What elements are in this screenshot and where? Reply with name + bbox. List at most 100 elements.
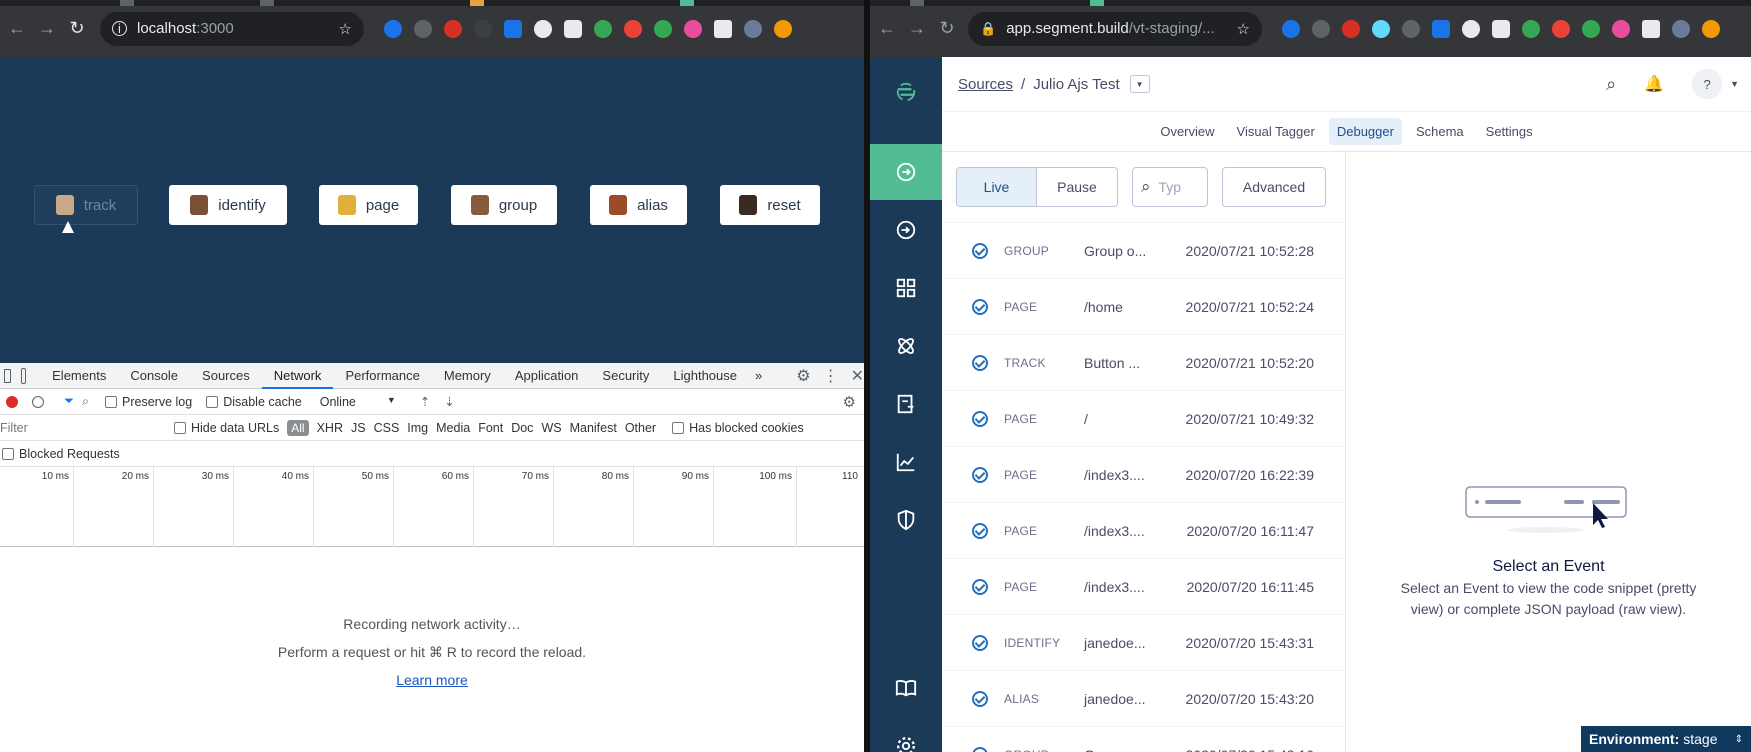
type-filter-font[interactable]: Font bbox=[478, 421, 503, 435]
track-button[interactable]: track bbox=[34, 185, 138, 225]
event-search-input[interactable]: ⌕ Typ bbox=[1132, 167, 1208, 207]
tab-debugger[interactable]: Debugger bbox=[1328, 118, 1402, 145]
reload-icon[interactable]: ↻ bbox=[932, 14, 962, 44]
tab-memory[interactable]: Memory bbox=[432, 363, 503, 389]
extension-icon[interactable] bbox=[474, 19, 492, 38]
sidebar-item-sources[interactable] bbox=[870, 144, 942, 200]
tab-lighthouse[interactable]: Lighthouse bbox=[661, 363, 749, 389]
settings-gear-icon[interactable]: ⚙ bbox=[796, 366, 810, 386]
device-toggle-icon[interactable] bbox=[21, 367, 27, 384]
blocked-requests-checkbox[interactable]: Blocked Requests bbox=[2, 447, 120, 461]
extension-icon[interactable] bbox=[384, 19, 402, 38]
profile-avatar[interactable] bbox=[744, 19, 762, 38]
tab-overview[interactable]: Overview bbox=[1152, 118, 1222, 145]
event-row[interactable]: TRACK Button ... 2020/07/21 10:52:20 bbox=[942, 334, 1345, 390]
kebab-menu-icon[interactable]: ⋮ bbox=[823, 366, 839, 386]
sidebar-item-docs[interactable] bbox=[870, 660, 942, 716]
reset-button[interactable]: reset bbox=[720, 185, 820, 225]
tab-settings[interactable]: Settings bbox=[1478, 118, 1541, 145]
help-avatar[interactable]: ? bbox=[1692, 69, 1723, 99]
tab-elements[interactable]: Elements bbox=[40, 363, 118, 389]
extension-icon[interactable] bbox=[1342, 19, 1360, 38]
type-filter-js[interactable]: JS bbox=[351, 421, 366, 435]
learn-more-link[interactable]: Learn more bbox=[396, 672, 468, 688]
type-filter-xhr[interactable]: XHR bbox=[317, 421, 343, 435]
breadcrumb-sources-link[interactable]: Sources bbox=[958, 76, 1013, 93]
extension-icon[interactable] bbox=[684, 19, 702, 38]
event-row[interactable]: PAGE/index3.... 2020/07/20 16:11:47 bbox=[942, 502, 1345, 558]
type-filter-other[interactable]: Other bbox=[625, 421, 656, 435]
close-devtools-icon[interactable]: ✕ bbox=[851, 366, 864, 386]
tab-security[interactable]: Security bbox=[590, 363, 661, 389]
type-filter-img[interactable]: Img bbox=[407, 421, 428, 435]
event-row[interactable]: GROUPGroup o...2020/07/20 15:43:10 bbox=[942, 726, 1345, 752]
forward-icon[interactable]: → bbox=[902, 14, 932, 44]
group-button[interactable]: group bbox=[451, 185, 557, 225]
sidebar-item-privacy[interactable] bbox=[870, 492, 942, 548]
type-filter-doc[interactable]: Doc bbox=[511, 421, 533, 435]
clear-icon[interactable] bbox=[32, 395, 44, 408]
record-icon[interactable] bbox=[6, 395, 18, 408]
has-blocked-cookies-checkbox[interactable]: Has blocked cookies bbox=[672, 421, 804, 435]
event-row[interactable]: ALIAS janedoe... 2020/07/20 15:43:20 bbox=[942, 670, 1345, 726]
extension-icon[interactable] bbox=[1552, 19, 1570, 38]
sidebar-item-settings[interactable] bbox=[870, 718, 942, 752]
search-icon[interactable]: ⌕ bbox=[1606, 74, 1616, 95]
sidebar-item-protocols[interactable] bbox=[870, 376, 942, 432]
extension-icon[interactable] bbox=[1282, 19, 1300, 38]
account-chevron-down-icon[interactable]: ▼ bbox=[1730, 79, 1739, 89]
import-har-icon[interactable]: ⇡ bbox=[420, 394, 430, 409]
event-row[interactable]: PAGE / 2020/07/21 10:49:32 bbox=[942, 390, 1345, 446]
event-row[interactable]: PAGE/index3.... 2020/07/20 16:11:45 bbox=[942, 558, 1345, 614]
page-button[interactable]: page bbox=[319, 185, 418, 225]
tab-application[interactable]: Application bbox=[503, 363, 591, 389]
extension-icon[interactable] bbox=[1432, 19, 1450, 38]
extension-icon[interactable] bbox=[1582, 19, 1600, 38]
advanced-button[interactable]: Advanced bbox=[1222, 167, 1326, 207]
extension-icon[interactable] bbox=[414, 19, 432, 38]
live-button[interactable]: Live bbox=[957, 168, 1037, 206]
extension-icon[interactable] bbox=[1522, 19, 1540, 38]
environment-switcher[interactable]: Environment: stage ⇕ bbox=[1581, 726, 1751, 752]
type-filter-media[interactable]: Media bbox=[436, 421, 470, 435]
inspect-icon[interactable] bbox=[4, 368, 12, 383]
back-icon[interactable]: ← bbox=[2, 14, 32, 44]
reload-icon[interactable]: ↻ bbox=[62, 14, 92, 44]
export-har-icon[interactable]: ⇣ bbox=[444, 394, 454, 409]
forward-icon[interactable]: → bbox=[32, 14, 62, 44]
extension-icon[interactable] bbox=[1312, 19, 1330, 38]
extension-icon[interactable] bbox=[1612, 19, 1630, 38]
throttle-select[interactable]: Online ▼ bbox=[320, 395, 396, 409]
back-icon[interactable]: ← bbox=[872, 14, 902, 44]
address-bar[interactable]: i localhost:3000 ☆ bbox=[100, 11, 364, 46]
alias-button[interactable]: alias bbox=[590, 185, 687, 225]
tab-console[interactable]: Console bbox=[118, 363, 190, 389]
extension-icon[interactable] bbox=[504, 19, 522, 38]
event-row[interactable]: PAGE/index3.... 2020/07/20 16:22:39 bbox=[942, 446, 1345, 502]
sidebar-item-personas[interactable] bbox=[870, 318, 942, 374]
sidebar-item-destinations[interactable] bbox=[870, 202, 942, 258]
extension-icon[interactable] bbox=[564, 19, 582, 38]
extension-icon[interactable] bbox=[1492, 19, 1510, 38]
extension-icon[interactable] bbox=[654, 19, 672, 38]
type-filter-all[interactable]: All bbox=[287, 419, 309, 436]
segment-logo-icon[interactable] bbox=[870, 57, 942, 127]
extension-icon[interactable] bbox=[444, 19, 462, 38]
filter-icon[interactable]: ⏷ bbox=[64, 394, 74, 409]
extension-icon[interactable] bbox=[1402, 19, 1420, 38]
filter-input[interactable]: Filter bbox=[0, 421, 166, 435]
tab-schema[interactable]: Schema bbox=[1408, 118, 1472, 145]
puzzle-icon[interactable] bbox=[1642, 19, 1660, 38]
address-bar[interactable]: 🔒 app.segment.build/vt-staging/... ☆ bbox=[968, 11, 1262, 46]
type-filter-ws[interactable]: WS bbox=[541, 421, 561, 435]
event-row[interactable]: PAGE/home 2020/07/21 10:52:24 bbox=[942, 278, 1345, 334]
extension-icon[interactable] bbox=[1462, 19, 1480, 38]
bookmark-star-icon[interactable]: ☆ bbox=[1237, 20, 1250, 38]
event-row[interactable]: GROUP Group o... 2020/07/21 10:52:28 bbox=[942, 222, 1345, 278]
preserve-log-checkbox[interactable]: Preserve log bbox=[105, 395, 192, 409]
hide-data-urls-checkbox[interactable]: Hide data URLs bbox=[174, 421, 279, 435]
more-tabs-icon[interactable]: » bbox=[749, 363, 768, 389]
event-row[interactable]: IDENTIFY janedoe... 2020/07/20 15:43:31 bbox=[942, 614, 1345, 670]
extension-icon[interactable] bbox=[1372, 19, 1390, 38]
extension-icon[interactable] bbox=[534, 19, 552, 38]
